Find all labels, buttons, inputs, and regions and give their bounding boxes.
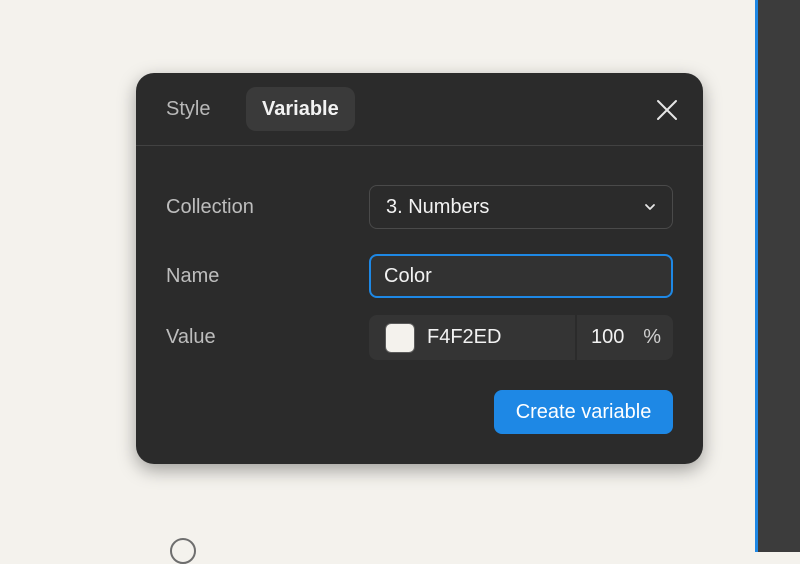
tab-variable[interactable]: Variable	[246, 87, 355, 131]
hex-input[interactable]: F4F2ED	[427, 315, 501, 360]
collection-label: Collection	[166, 196, 254, 218]
name-input[interactable]: Color	[369, 254, 673, 298]
partially-visible-row	[170, 538, 210, 564]
create-variable-dialog: Style Variable Collection 3. Numbers Nam…	[136, 73, 703, 464]
opacity-unit: %	[643, 326, 661, 348]
name-label: Name	[166, 265, 220, 287]
value-separator	[575, 315, 577, 360]
chevron-down-icon	[645, 204, 655, 210]
create-variable-button[interactable]: Create variable	[494, 390, 673, 434]
value-label: Value	[166, 326, 216, 348]
tab-style[interactable]: Style	[166, 87, 210, 131]
dialog-tabs: Style Variable	[136, 73, 703, 146]
color-swatch[interactable]	[385, 323, 415, 353]
color-value-field: F4F2ED 100 %	[369, 315, 673, 360]
close-icon	[657, 100, 677, 120]
header-divider	[136, 145, 703, 146]
right-side-panel	[758, 0, 800, 552]
opacity-input[interactable]: 100	[591, 315, 624, 360]
collection-value: 3. Numbers	[386, 196, 490, 218]
radio-circle-icon	[170, 538, 196, 564]
close-button[interactable]	[655, 98, 679, 122]
collection-select[interactable]: 3. Numbers	[369, 185, 673, 229]
